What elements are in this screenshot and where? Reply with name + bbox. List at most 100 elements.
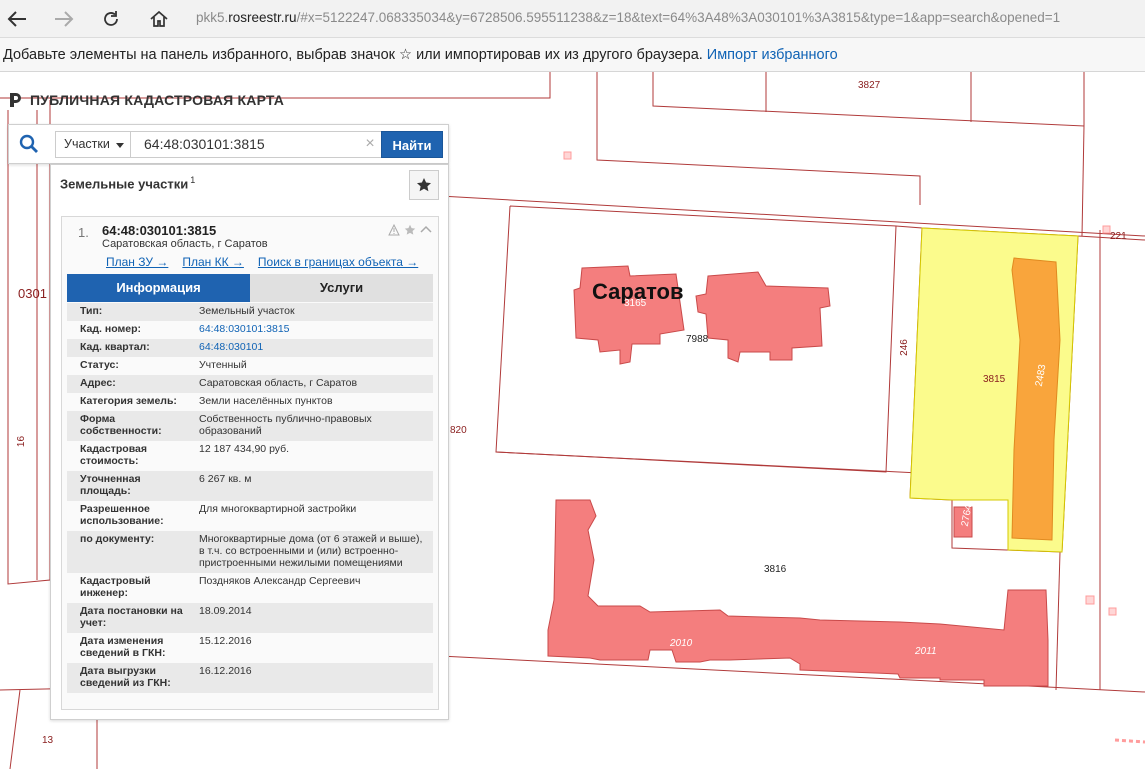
- result-links: План ЗУ → План КК → Поиск в границах объ…: [106, 255, 418, 269]
- map-label-13: 13: [42, 735, 54, 746]
- clear-icon[interactable]: ×: [359, 131, 381, 158]
- info-table: Тип: Земельный участок Кад. номер: 64:48:0…: [67, 303, 433, 693]
- info-value: 6 267 кв. м: [199, 473, 252, 485]
- map-label-3827: 3827: [858, 80, 881, 91]
- info-row: Уточненная площадь: 6 267 кв. м: [67, 471, 433, 501]
- browser-toolbar: pkk5.rosreestr.ru/#x=5122247.068335034&y…: [0, 0, 1145, 38]
- map-label-0301: 0301: [18, 286, 47, 301]
- favorite-button[interactable]: [409, 170, 439, 200]
- result-card: 1. 64:48:030101:3815 Саратовская область…: [61, 216, 439, 710]
- info-key: Кадастровый инженер:: [80, 575, 151, 599]
- url-domain: rosreestr.ru: [228, 10, 297, 25]
- info-key: по документу:: [80, 533, 155, 545]
- chevron-up-icon[interactable]: [420, 224, 432, 236]
- info-row: по документу: Многоквартирные дома (от 6 …: [67, 531, 433, 573]
- info-row: Категория земель: Земли населённых пункто…: [67, 393, 433, 411]
- info-key: Дата выгрузки сведений из ГКН:: [80, 665, 171, 689]
- info-key: Дата изменения сведений в ГКН:: [80, 635, 166, 659]
- favorites-bar: Добавьте элементы на панель избранного, …: [0, 38, 1145, 72]
- address-bar[interactable]: pkk5.rosreestr.ru/#x=5122247.068335034&y…: [196, 6, 1135, 30]
- info-key: Тип:: [80, 305, 103, 317]
- result-address: Саратовская область, г Саратов: [102, 238, 268, 250]
- info-value: Земельный участок: [199, 305, 295, 317]
- map-label-3815: 3815: [983, 374, 1006, 385]
- search-type-label: Участки: [64, 137, 110, 151]
- info-value: Учтенный: [199, 359, 247, 371]
- info-key: Уточненная площадь:: [80, 473, 141, 497]
- search-bar: Участки 64:48:030101:3815 × Найти: [8, 124, 449, 164]
- results-title-text: Земельные участки: [60, 176, 189, 192]
- result-index: 1.: [78, 225, 89, 240]
- info-value-link[interactable]: 64:48:030101: [187, 341, 433, 353]
- info-key: Категория земель:: [80, 395, 177, 407]
- info-row: Кад. номер: 64:48:030101:3815: [67, 321, 433, 339]
- map-label-2011: 2011: [915, 646, 937, 657]
- map-label-3816: 3816: [764, 564, 787, 575]
- info-key: Разрешенное использование:: [80, 503, 164, 527]
- chevron-down-icon: [116, 143, 124, 148]
- info-row: Кадастровый инженер: Поздняков Александр …: [67, 573, 433, 603]
- app-brand: ПУБЛИЧНАЯ КАДАСТРОВАЯ КАРТА: [8, 89, 284, 111]
- info-key: Дата постановки на учет:: [80, 605, 183, 629]
- favorites-hint: Добавьте элементы на панель избранного, …: [3, 47, 703, 63]
- result-tabs: Информация Услуги: [67, 274, 433, 302]
- search-type-dropdown[interactable]: Участки: [55, 131, 131, 158]
- plan-kk-link[interactable]: План КК →: [182, 255, 244, 269]
- refresh-icon[interactable]: [97, 6, 125, 32]
- star-icon[interactable]: [404, 224, 416, 236]
- map-label-221: 221: [1110, 231, 1127, 242]
- info-value: 15.12.2016: [199, 635, 252, 647]
- map-label-246: 246: [898, 339, 910, 356]
- info-row: Статус: Учтенный: [67, 357, 433, 375]
- result-cad-number[interactable]: 64:48:030101:3815: [102, 223, 216, 238]
- info-value: Собственность публично-правовых образова…: [199, 413, 372, 437]
- map-label-16: 16: [16, 435, 28, 448]
- search-input[interactable]: 64:48:030101:3815: [130, 131, 382, 158]
- map-label-7988: 7988: [686, 334, 709, 345]
- warning-icon[interactable]: [388, 224, 400, 236]
- back-icon[interactable]: [3, 6, 31, 32]
- plan-zu-link[interactable]: План ЗУ →: [106, 255, 168, 269]
- info-key: Кад. квартал:: [80, 341, 150, 353]
- star-icon: [417, 178, 431, 192]
- info-row: Кад. квартал: 64:48:030101: [67, 339, 433, 357]
- info-row: Тип: Земельный участок: [67, 303, 433, 321]
- url-path: /#x=5122247.068335034&y=6728506.59551123…: [296, 10, 1061, 25]
- map-label-3165: 3165: [624, 298, 647, 309]
- info-value: Для многоквартирной застройки: [199, 503, 357, 515]
- map-label-820: 820: [450, 425, 467, 436]
- info-row: Разрешенное использование: Для многокварт…: [67, 501, 433, 531]
- info-row: Дата изменения сведений в ГКН: 15.12.2016: [67, 633, 433, 663]
- info-row: Кадастровая стоимость: 12 187 434,90 руб.: [67, 441, 433, 471]
- info-key: Форма собственности:: [80, 413, 162, 437]
- info-value: Земли населённых пунктов: [199, 395, 333, 407]
- results-count: 1: [190, 175, 196, 185]
- app-title: ПУБЛИЧНАЯ КАДАСТРОВАЯ КАРТА: [30, 92, 285, 108]
- search-icon[interactable]: [19, 134, 41, 156]
- results-panel: Земельные участки 1 1. 64:48:030101:3815 …: [50, 164, 449, 720]
- info-key: Кадастровая стоимость:: [80, 443, 147, 467]
- info-value: 18.09.2014: [199, 605, 252, 617]
- info-key: Адрес:: [80, 377, 116, 389]
- info-value: 16.12.2016: [199, 665, 252, 677]
- home-icon[interactable]: [145, 6, 173, 32]
- tab-info[interactable]: Информация: [67, 274, 250, 302]
- info-value: Многоквартирные дома (от 6 этажей и выше…: [199, 533, 423, 569]
- info-row: Дата постановки на учет: 18.09.2014: [67, 603, 433, 633]
- info-key: Кад. номер:: [80, 323, 142, 335]
- result-tools: [388, 224, 432, 236]
- url-prefix: pkk5.: [196, 10, 229, 25]
- info-value: Саратовская область, г Саратов: [199, 377, 358, 389]
- search-in-bounds-link[interactable]: Поиск в границах объекта →: [258, 255, 418, 269]
- info-row: Форма собственности: Собственность публич…: [67, 411, 433, 441]
- rosreestr-logo-icon: [10, 93, 21, 107]
- tab-services[interactable]: Услуги: [250, 274, 433, 302]
- find-button[interactable]: Найти: [381, 131, 443, 158]
- results-title: Земельные участки 1: [60, 175, 195, 191]
- info-value-link[interactable]: 64:48:030101:3815: [187, 323, 433, 335]
- info-value: 12 187 434,90 руб.: [199, 443, 290, 455]
- info-row: Адрес: Саратовская область, г Саратов: [67, 375, 433, 393]
- info-row: Дата выгрузки сведений из ГКН: 16.12.2016: [67, 663, 433, 693]
- import-favorites-link[interactable]: Импорт избранного: [707, 47, 838, 63]
- forward-icon[interactable]: [50, 6, 78, 32]
